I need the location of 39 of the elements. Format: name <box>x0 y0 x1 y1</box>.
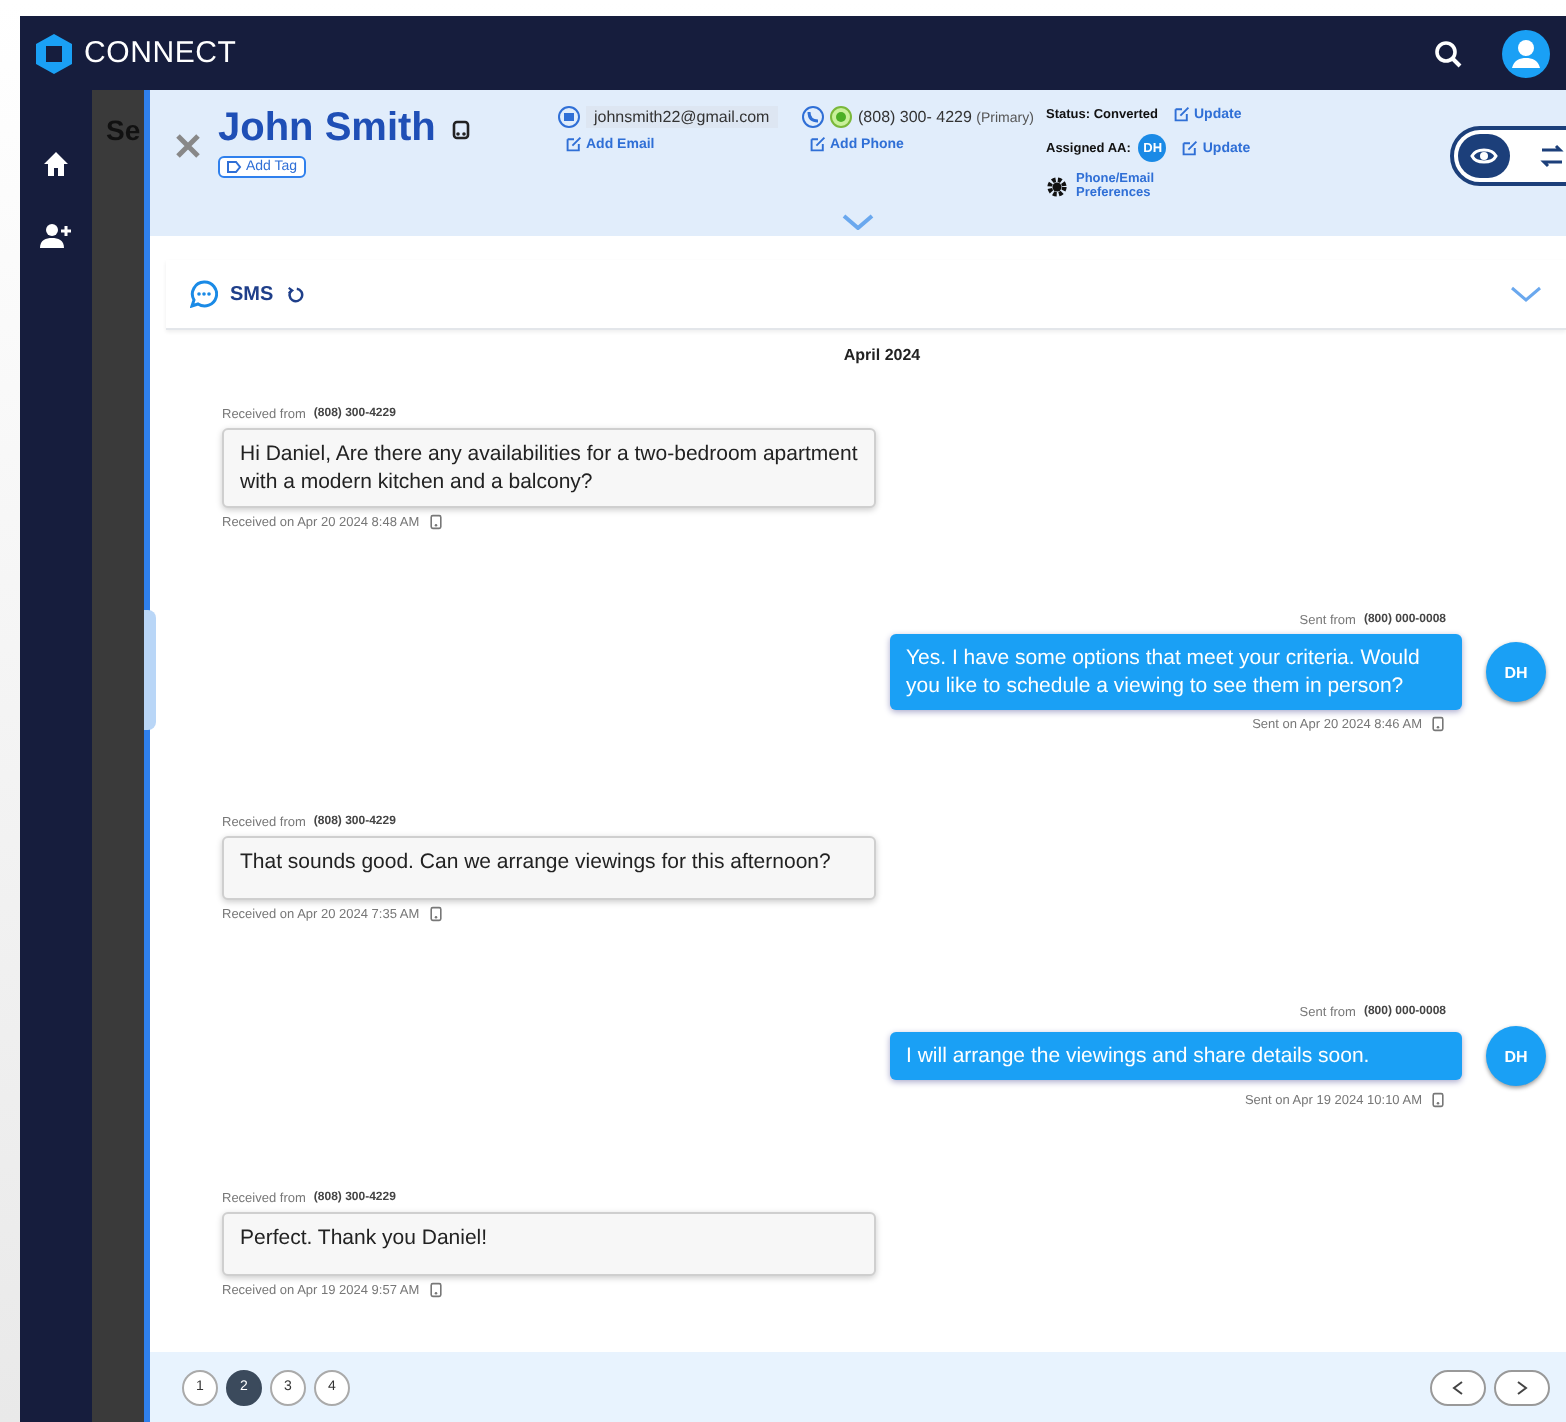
add-user-icon[interactable] <box>40 222 72 250</box>
device-icon <box>1430 1092 1446 1108</box>
home-icon[interactable] <box>42 150 70 178</box>
received-message: Perfect. Thank you Daniel! <box>222 1212 876 1276</box>
edit-icon <box>1182 140 1199 156</box>
previous-page-button[interactable] <box>1430 1369 1486 1405</box>
sender-avatar: DH <box>1486 1026 1546 1086</box>
date-divider: April 2024 <box>841 346 923 364</box>
logo-icon <box>36 33 72 73</box>
received-message: That sounds good. Can we arrange viewings for this afternoon? <box>222 836 876 900</box>
contact-name: John Smith <box>218 106 436 152</box>
refresh-icon[interactable] <box>285 285 304 303</box>
chat-icon <box>190 280 218 308</box>
app-name: CONNECT <box>84 36 237 70</box>
device-icon <box>427 514 444 530</box>
search-icon[interactable] <box>1434 39 1462 67</box>
sms-title: SMS <box>230 283 274 305</box>
device-icon <box>1430 716 1446 732</box>
mobile-icon <box>451 119 470 139</box>
device-icon <box>427 1282 444 1298</box>
settings-icon[interactable] <box>1046 176 1068 198</box>
sender-avatar: DH <box>1486 642 1546 702</box>
tag-icon <box>226 160 242 174</box>
edit-icon <box>566 136 582 152</box>
chevron-left-icon <box>1452 1379 1464 1395</box>
sent-message: Yes. I have some options that meet your criteria. Would you like to schedule a viewing to see them in person? <box>890 634 1462 710</box>
eye-toggle-button[interactable] <box>1458 134 1510 178</box>
status-dot-icon <box>830 106 852 128</box>
sent-message: I will arrange the viewings and share details soon. <box>890 1032 1462 1080</box>
edit-icon <box>1174 106 1190 122</box>
chevron-right-icon <box>1516 1379 1528 1395</box>
email-icon <box>558 106 580 128</box>
next-page-button[interactable] <box>1494 1369 1550 1405</box>
phone-icon <box>802 106 824 128</box>
user-avatar-icon[interactable] <box>1502 29 1550 77</box>
email-address: johnsmith22@gmail.com <box>586 106 778 128</box>
received-message: Hi Daniel, Are there any availabilities for a two-bedroom apartment with a modern kitchen and a balcony? <box>222 428 876 508</box>
edit-icon <box>810 136 826 152</box>
device-icon <box>427 906 444 922</box>
